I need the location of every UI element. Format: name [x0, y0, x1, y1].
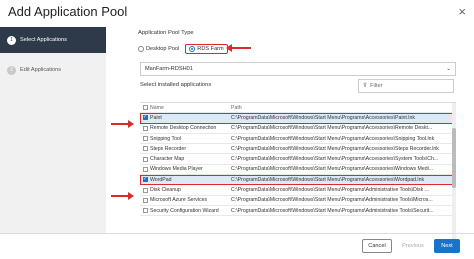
app-path: C:\ProgramData\Microsoft\Windows\Start M…: [231, 145, 439, 152]
pool-type-radio-group: Desktop Pool RDS Farm: [138, 44, 228, 54]
column-header-name[interactable]: Name: [150, 105, 231, 111]
previous-button[interactable]: Previous: [398, 239, 428, 253]
table-row[interactable]: Security Configuration Wizard C:\ProgramD…: [140, 206, 456, 217]
table-row[interactable]: Microsoft Azure Services C:\ProgramData\M…: [140, 196, 456, 206]
filter-input[interactable]: ⊽ Filter: [358, 79, 454, 93]
row-checkbox[interactable]: [142, 146, 148, 152]
step-number: 2: [7, 65, 16, 75]
radio-label: Desktop Pool: [146, 46, 180, 52]
table-row[interactable]: Remote Desktop Connection C:\ProgramData\…: [140, 124, 456, 134]
step-edit-applications[interactable]: 2 Edit Applications: [0, 57, 106, 83]
app-path: C:\ProgramData\Microsoft\Windows\Start M…: [231, 197, 433, 204]
app-path: C:\ProgramData\Microsoft\Windows\Start M…: [231, 156, 439, 163]
dialog-title: Add Application Pool: [8, 4, 128, 19]
row-checkbox[interactable]: [142, 176, 148, 183]
app-name: Paint: [150, 114, 162, 121]
radio-rds-farm[interactable]: RDS Farm: [185, 44, 228, 54]
installed-apps-label: Select installed applications: [140, 82, 212, 88]
table-row[interactable]: Snipping Tool C:\ProgramData\Microsoft\Wi…: [140, 134, 456, 145]
app-name: Security Configuration Wizard: [150, 207, 219, 214]
row-checkbox[interactable]: [142, 136, 148, 142]
step-label: Edit Applications: [20, 67, 62, 73]
cancel-button[interactable]: Cancel: [362, 239, 392, 253]
applications-table: Name Path Paint C:\ProgramData\Microsoft\…: [140, 102, 456, 254]
row-checkbox[interactable]: [142, 187, 148, 193]
row-checkbox[interactable]: [142, 156, 148, 162]
row-checkbox[interactable]: [142, 197, 148, 203]
app-name: Windows Media Player: [150, 166, 203, 173]
app-name: Remote Desktop Connection: [150, 125, 217, 132]
radio-selected-icon: [189, 46, 196, 52]
table-row[interactable]: Steps Recorder C:\ProgramData\Microsoft\W…: [140, 144, 456, 155]
scrollbar-track[interactable]: [452, 103, 456, 254]
table-row[interactable]: Paint C:\ProgramData\Microsoft\Windows\St…: [140, 113, 456, 124]
app-name: Character Map: [150, 156, 185, 163]
table-row[interactable]: Windows Media Player C:\ProgramData\Micro…: [140, 165, 456, 176]
column-header-path[interactable]: Path: [231, 105, 456, 111]
app-path: C:\ProgramData\Microsoft\Windows\Start M…: [231, 135, 435, 142]
table-row[interactable]: Disk Cleanup C:\ProgramData\Microsoft\Win…: [140, 185, 456, 196]
app-name: Microsoft Azure Services: [150, 197, 208, 204]
row-checkbox[interactable]: [142, 208, 148, 214]
table-row[interactable]: Character Map C:\ProgramData\Microsoft\Wi…: [140, 154, 456, 165]
radio-desktop-pool[interactable]: Desktop Pool: [138, 46, 179, 52]
row-checkbox[interactable]: [142, 166, 148, 172]
app-path: C:\ProgramData\Microsoft\Windows\Start M…: [231, 114, 415, 121]
radio-label: RDS Farm: [197, 46, 224, 52]
app-path: C:\ProgramData\Microsoft\Windows\Start M…: [231, 166, 434, 173]
annotation-arrow: [226, 44, 251, 52]
dialog-footer: Cancel Previous Next: [0, 233, 474, 259]
filter-icon: ⊽: [363, 83, 368, 89]
step-number: 1: [7, 35, 16, 45]
main-panel: Application Pool Type Desktop Pool RDS F…: [138, 30, 458, 254]
row-checkbox[interactable]: [142, 125, 148, 131]
step-label: Select Applications: [20, 37, 67, 43]
annotation-arrow: [111, 192, 134, 200]
annotation-arrow: [111, 120, 134, 128]
table-row[interactable]: WordPad C:\ProgramData\Microsoft\Windows\…: [140, 175, 456, 186]
pool-type-label: Application Pool Type: [138, 30, 194, 36]
filter-placeholder: Filter: [370, 83, 383, 89]
next-button[interactable]: Next: [434, 239, 460, 253]
farm-select[interactable]: ManFarm-RDSH01 ⌄: [140, 62, 456, 76]
select-all-checkbox[interactable]: [142, 105, 148, 111]
close-icon[interactable]: ×: [458, 4, 466, 19]
app-name: WordPad: [150, 176, 172, 183]
chevron-down-icon: ⌄: [446, 66, 451, 72]
step-select-applications[interactable]: 1 Select Applications: [0, 27, 106, 53]
app-path: C:\ProgramData\Microsoft\Windows\Start M…: [231, 187, 429, 194]
app-path: C:\ProgramData\Microsoft\Windows\Start M…: [231, 125, 433, 132]
wizard-sidebar: 1 Select Applications 2 Edit Application…: [0, 27, 106, 233]
app-path: C:\ProgramData\Microsoft\Windows\Start M…: [231, 176, 425, 183]
table-body: Paint C:\ProgramData\Microsoft\Windows\St…: [140, 113, 456, 217]
app-path: C:\ProgramData\Microsoft\Windows\Start M…: [231, 207, 434, 214]
table-header: Name Path: [140, 103, 456, 114]
row-checkbox[interactable]: [142, 114, 148, 121]
scrollbar-thumb[interactable]: [452, 128, 456, 188]
app-name: Disk Cleanup: [150, 187, 181, 194]
app-name: Steps Recorder: [150, 145, 187, 152]
farm-select-value: ManFarm-RDSH01: [145, 66, 193, 72]
app-name: Snipping Tool: [150, 135, 182, 142]
radio-circle-icon: [138, 46, 144, 52]
